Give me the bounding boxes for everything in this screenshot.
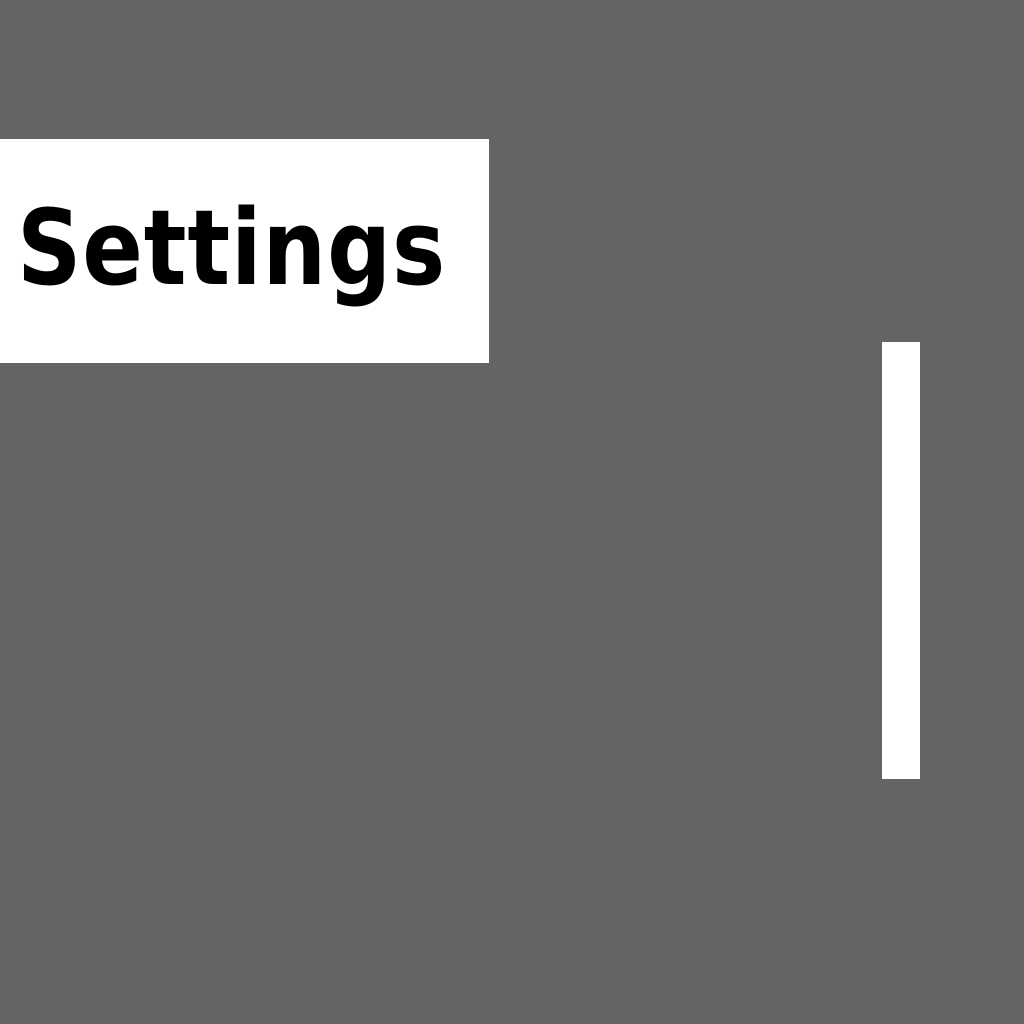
page-title: Settings [17,187,447,309]
scrollbar-thumb[interactable] [882,342,920,779]
vertical-scrollbar[interactable] [882,342,920,779]
settings-screen: Settings [0,0,1024,1024]
